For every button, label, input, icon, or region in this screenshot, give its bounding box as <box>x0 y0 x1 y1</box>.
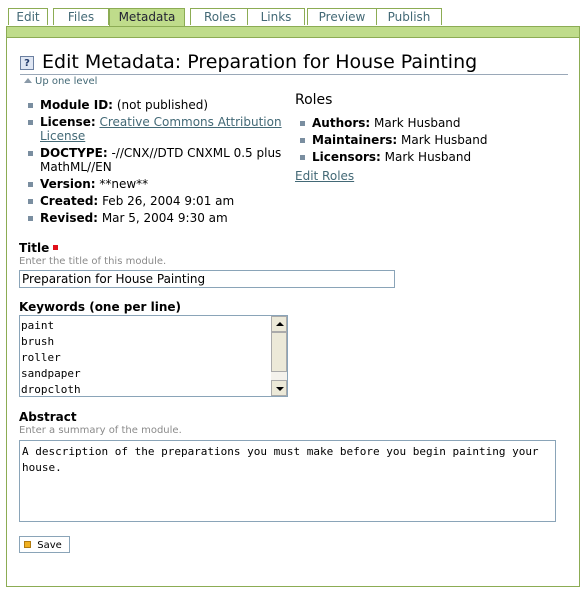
title-label-text: Title <box>19 241 50 255</box>
authors-label: Authors: <box>312 116 371 130</box>
list-item: DOCTYPE: -//CNX//DTD CNXML 0.5 plus Math… <box>28 146 290 174</box>
bullet-icon <box>28 120 33 125</box>
tab-roles[interactable]: Roles <box>190 8 250 25</box>
title-hint: Enter the title of this module. <box>19 256 167 267</box>
bullet-icon <box>28 182 33 187</box>
scroll-thumb[interactable] <box>271 332 287 372</box>
roles-heading: Roles <box>295 92 333 108</box>
authors-value: Mark Husband <box>374 116 461 130</box>
keywords-scrollbar[interactable] <box>271 316 287 396</box>
edit-roles-link[interactable]: Edit Roles <box>295 169 354 183</box>
tab-preview[interactable]: Preview <box>307 8 377 25</box>
bullet-icon <box>300 138 305 143</box>
help-icon[interactable]: ? <box>20 56 34 70</box>
keywords-label: Keywords (one per line) <box>19 300 182 314</box>
abstract-label: Abstract <box>19 410 77 424</box>
save-label: Save <box>37 540 62 551</box>
up-one-level-label: Up one level <box>35 76 98 87</box>
list-item: License: Creative Commons Attribution Li… <box>28 115 290 143</box>
scroll-down-button[interactable] <box>271 380 287 396</box>
module-id-label: Module ID: <box>40 98 113 112</box>
save-button[interactable]: Save <box>19 536 70 553</box>
title-input[interactable] <box>19 270 395 288</box>
bullet-icon <box>28 151 33 156</box>
keyword-line: dropcloth <box>21 383 81 396</box>
tab-publish[interactable]: Publish <box>376 8 442 25</box>
abstract-textarea[interactable]: A description of the preparations you mu… <box>19 440 556 522</box>
licensors-label: Licensors: <box>312 150 381 164</box>
keyword-line: sandpaper <box>21 367 81 380</box>
up-arrow-icon <box>24 78 32 83</box>
tab-links[interactable]: Links <box>247 8 305 25</box>
bullet-icon <box>28 199 33 204</box>
list-item: Created: Feb 26, 2004 9:01 am <box>28 194 290 208</box>
save-icon <box>24 541 31 548</box>
arrow-up-icon <box>276 322 284 326</box>
roles-list: Authors: Mark Husband Maintainers: Mark … <box>300 116 560 167</box>
maintainers-label: Maintainers: <box>312 133 398 147</box>
doctype-label: DOCTYPE: <box>40 146 108 160</box>
tab-edit[interactable]: Edit <box>8 8 48 25</box>
tab-files[interactable]: Files <box>53 8 109 25</box>
list-item: Revised: Mar 5, 2004 9:30 am <box>28 211 290 225</box>
licensors-value: Mark Husband <box>384 150 472 164</box>
abstract-hint: Enter a summary of the module. <box>19 425 182 436</box>
bullet-icon <box>28 103 33 108</box>
revised-value: Mar 5, 2004 9:30 am <box>101 211 228 225</box>
up-one-level-link[interactable]: Up one level <box>24 76 97 87</box>
title-divider <box>20 74 568 75</box>
list-item: Module ID: (not published) <box>28 98 290 112</box>
created-label: Created: <box>40 194 99 208</box>
scroll-up-button[interactable] <box>271 316 287 332</box>
created-value: Feb 26, 2004 9:01 am <box>102 194 235 208</box>
metadata-list: Module ID: (not published) License: Crea… <box>28 98 290 228</box>
version-label: Version: <box>40 177 96 191</box>
revised-label: Revised: <box>40 211 98 225</box>
version-value: **new** <box>99 177 149 191</box>
page-title: Edit Metadata: Preparation for House Pai… <box>42 51 478 73</box>
arrow-down-icon <box>276 387 284 391</box>
maintainers-value: Mark Husband <box>401 133 488 147</box>
license-label: License: <box>40 115 96 129</box>
keyword-line: paint <box>21 319 55 332</box>
keyword-line: roller <box>21 351 61 364</box>
bullet-icon <box>28 216 33 221</box>
module-id-value: (not published) <box>116 98 209 112</box>
bullet-icon <box>300 155 305 160</box>
keyword-line: brush <box>21 335 55 348</box>
list-item: Version: **new** <box>28 177 290 191</box>
keywords-textarea[interactable]: paint brush roller sandpaper dropcloth <box>19 315 288 397</box>
list-item: Maintainers: Mark Husband <box>300 133 560 147</box>
tab-metadata[interactable]: Metadata <box>109 8 185 27</box>
list-item: Authors: Mark Husband <box>300 116 560 130</box>
title-label: Title <box>19 241 59 255</box>
list-item: Licensors: Mark Husband <box>300 150 560 164</box>
required-icon <box>53 245 59 250</box>
bullet-icon <box>300 121 305 126</box>
